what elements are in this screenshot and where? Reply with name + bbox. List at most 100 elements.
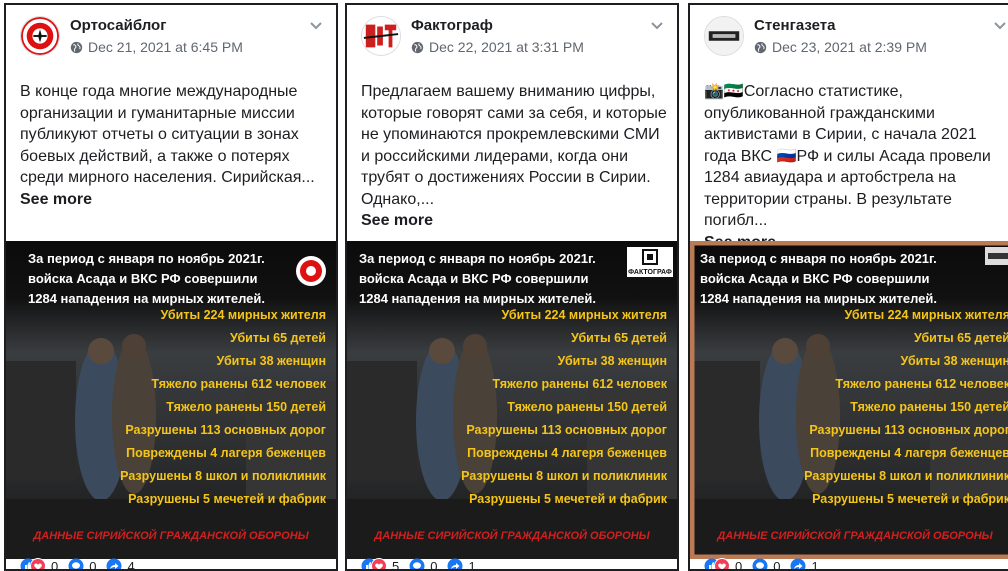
infographic-headline: За период с января по ноябрь 2021г. войск… <box>359 251 596 306</box>
comments-value: 0 <box>430 558 438 571</box>
infographic-headline-line: войска Асада и ВКС РФ совершили <box>700 271 929 286</box>
reaction-bar: 0 0 4 <box>20 558 145 571</box>
infographic-stat: Убиты 65 детей <box>230 331 326 345</box>
page-name[interactable]: Ортосайблог <box>70 17 166 34</box>
infographic-stat: Разрушены 113 основных дорог <box>809 423 1008 437</box>
comments-value: 0 <box>89 558 97 571</box>
post-text: Предлагаем вашему вниманию цифры, которы… <box>361 81 669 232</box>
post-header: Фактограф Dec 22, 2021 at 3:31 PM <box>347 5 677 71</box>
infographic-stat: Повреждены 4 лагеря беженцев <box>126 446 326 460</box>
reactions-count[interactable]: 0 <box>704 558 743 571</box>
share-icon <box>790 558 806 569</box>
post-date[interactable]: Dec 22, 2021 at 3:31 PM <box>411 39 584 55</box>
infographic-source: ДАННЫЕ СИРИЙСКОЙ ГРАЖДАНСКОЙ ОБОРОНЫ <box>32 529 309 542</box>
chevron-down-icon[interactable] <box>649 17 665 33</box>
chevron-down-icon[interactable] <box>308 17 324 33</box>
reactions-count[interactable]: 0 <box>20 558 59 571</box>
post-date-text: Dec 22, 2021 at 3:31 PM <box>429 39 584 55</box>
post-date[interactable]: Dec 21, 2021 at 6:45 PM <box>70 39 243 55</box>
shares-value: 4 <box>127 558 135 571</box>
infographic-stat: Убиты 38 женщин <box>901 354 1008 368</box>
comments-value: 0 <box>773 558 781 571</box>
comment-icon <box>752 558 768 569</box>
infographic-stat: Разрушены 8 школ и поликлиник <box>120 469 327 483</box>
infographic-stat: Разрушены 8 школ и поликлиник <box>461 469 668 483</box>
post-card-stengazeta: Стенгазета Dec 23, 2021 at 2:39 PM 📸🇸🇾Со… <box>688 3 1008 571</box>
infographic-stat: Повреждены 4 лагеря беженцев <box>810 446 1008 460</box>
post-body: 📸🇸🇾Согласно статистике, опубликованной г… <box>704 83 991 229</box>
post-image[interactable]: За период с января по ноябрь 2021г. войск… <box>6 241 336 559</box>
infographic-headline-line: войска Асада и ВКС РФ совершили <box>28 271 257 286</box>
infographic-stat: Убиты 38 женщин <box>558 354 668 368</box>
chevron-down-icon[interactable] <box>992 17 1008 33</box>
infographic-headline-line: 1284 нападения на мирных жителей. <box>28 291 265 306</box>
reactions-count[interactable]: 5 <box>361 558 400 571</box>
infographic-headline-line: 1284 нападения на мирных жителей. <box>359 291 596 306</box>
shares-count[interactable]: 4 <box>106 558 135 571</box>
shares-value: 1 <box>468 558 476 571</box>
reactions-value: 5 <box>392 558 400 571</box>
infographic-stat: Убиты 224 мирных жителя <box>501 308 667 322</box>
infographic-stat: Убиты 224 мирных жителя <box>160 308 326 322</box>
infographic-stat: Тяжело ранены 150 детей <box>166 400 326 414</box>
post-header: Стенгазета Dec 23, 2021 at 2:39 PM <box>690 5 1008 71</box>
globe-icon <box>70 41 83 53</box>
page-name[interactable]: Стенгазета <box>754 17 835 34</box>
infographic-headline: За период с января по ноябрь 2021г. войск… <box>700 251 937 306</box>
reaction-bar: 5 0 1 <box>361 558 486 571</box>
comments-count[interactable]: 0 <box>68 558 97 571</box>
infographic-stat: Убиты 224 мирных жителя <box>844 308 1008 322</box>
globe-icon <box>754 41 767 53</box>
comments-count[interactable]: 0 <box>409 558 438 571</box>
faktograf-watermark-text: ФАКТОГРАФ <box>628 269 672 276</box>
infographic-stat: Повреждены 4 лагеря беженцев <box>467 446 667 460</box>
comments-count[interactable]: 0 <box>752 558 781 571</box>
comment-icon <box>409 558 425 569</box>
post-image[interactable]: За период с января по ноябрь 2021г. войск… <box>690 241 1008 559</box>
reactions-value: 0 <box>735 558 743 571</box>
infographic-stat: Убиты 65 детей <box>914 331 1008 345</box>
infographic-headline-line: За период с января по ноябрь 2021г. <box>700 251 937 266</box>
infographic-stat: Тяжело ранены 612 человек <box>492 377 667 391</box>
shares-count[interactable]: 1 <box>790 558 819 571</box>
stengazeta-logo-icon[interactable] <box>704 16 744 56</box>
like-love-icon <box>20 558 46 569</box>
post-card-faktograf: Фактограф Dec 22, 2021 at 3:31 PM Предла… <box>345 3 679 571</box>
shares-count[interactable]: 1 <box>447 558 476 571</box>
infographic-stat: Убиты 38 женщин <box>217 354 327 368</box>
post-text: 📸🇸🇾Согласно статистике, опубликованной г… <box>704 81 1008 253</box>
shares-value: 1 <box>811 558 819 571</box>
post-date-text: Dec 23, 2021 at 2:39 PM <box>772 39 927 55</box>
infographic-stat: Разрушены 5 мечетей и фабрик <box>128 492 327 506</box>
infographic-stat: Разрушены 5 мечетей и фабрик <box>469 492 668 506</box>
like-love-icon <box>704 558 730 569</box>
page-name[interactable]: Фактограф <box>411 17 493 34</box>
reactions-value: 0 <box>51 558 59 571</box>
infographic-stat: Тяжело ранены 612 человек <box>835 377 1008 391</box>
post-text: В конце года многие международные органи… <box>20 81 328 210</box>
infographic-stat: Разрушены 8 школ и поликлиник <box>804 469 1008 483</box>
infographic-stat: Убиты 65 детей <box>571 331 667 345</box>
like-love-icon <box>361 558 387 569</box>
share-icon <box>106 558 122 569</box>
post-header: Ортосайблог Dec 21, 2021 at 6:45 PM <box>6 5 336 71</box>
globe-icon <box>411 41 424 53</box>
infographic-stat: Тяжело ранены 150 детей <box>850 400 1008 414</box>
infographic-source: ДАННЫЕ СИРИЙСКОЙ ГРАЖДАНСКОЙ ОБОРОНЫ <box>716 529 993 542</box>
post-date[interactable]: Dec 23, 2021 at 2:39 PM <box>754 39 927 55</box>
see-more-link[interactable]: See more <box>361 210 669 232</box>
faktograf-logo-icon[interactable] <box>361 16 401 56</box>
stengazeta-watermark-icon <box>985 247 1008 265</box>
see-more-link[interactable]: See more <box>20 189 328 211</box>
share-icon <box>447 558 463 569</box>
post-image[interactable]: За период с января по ноябрь 2021г. войск… <box>347 241 677 559</box>
infographic-stat: Разрушены 113 основных дорог <box>466 423 667 437</box>
post-date-text: Dec 21, 2021 at 6:45 PM <box>88 39 243 55</box>
ortosaiblog-logo-icon[interactable] <box>20 16 60 56</box>
infographic-headline-line: За период с января по ноябрь 2021г. <box>359 251 596 266</box>
post-body: Предлагаем вашему вниманию цифры, которы… <box>361 83 667 208</box>
infographic-stat: Тяжело ранены 150 детей <box>507 400 667 414</box>
infographic-headline-line: 1284 нападения на мирных жителей. <box>700 291 937 306</box>
infographic-headline-line: За период с января по ноябрь 2021г. <box>28 251 265 266</box>
comment-icon <box>68 558 84 569</box>
